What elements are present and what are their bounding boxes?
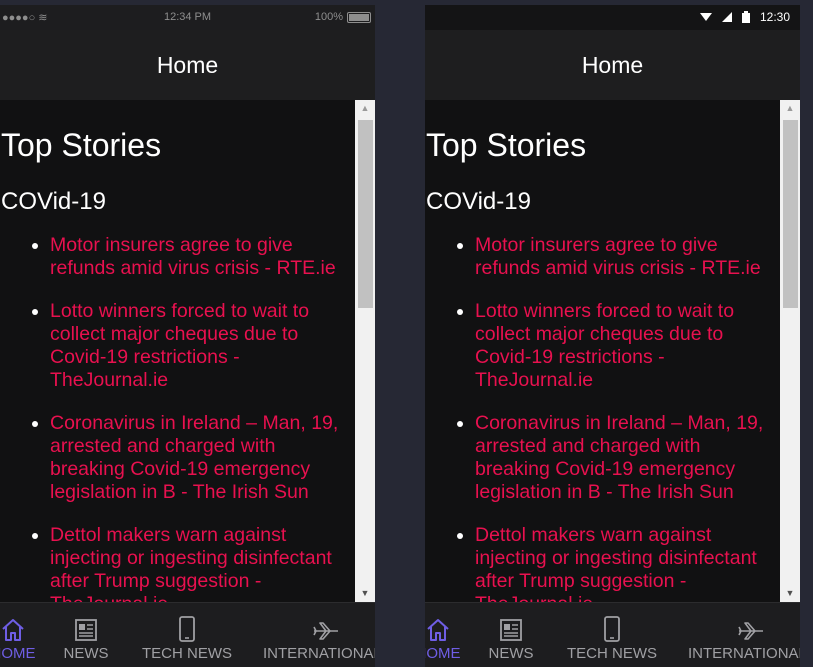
tab-news[interactable]: NEWS bbox=[483, 603, 539, 667]
home-icon bbox=[425, 615, 451, 643]
tab-label: HOME bbox=[425, 645, 461, 662]
content-area[interactable]: Top Stories COVid-19 Motor insurers agre… bbox=[0, 100, 355, 602]
tab-news[interactable]: NEWS bbox=[58, 603, 114, 667]
section-title: COVid-19 bbox=[1, 188, 106, 215]
story-link[interactable]: Coronavirus in Ireland – Man, 19, arrest… bbox=[50, 412, 352, 504]
battery-percent: 100% bbox=[314, 11, 343, 23]
status-time: 12:30 bbox=[759, 10, 790, 24]
newspaper-icon bbox=[73, 615, 99, 643]
story-link[interactable]: Coronavirus in Ireland – Man, 19, arrest… bbox=[475, 412, 777, 504]
page-title: Top Stories bbox=[426, 127, 587, 163]
scroll-up-arrow-icon[interactable]: ▲ bbox=[355, 100, 375, 117]
phone-icon bbox=[178, 615, 196, 643]
header: Home bbox=[0, 30, 375, 100]
tab-label: NEWS bbox=[63, 645, 109, 662]
scroll-down-arrow-icon[interactable]: ▼ bbox=[780, 585, 800, 602]
android-phone: 12:30 Home Top Stories COVid-19 Motor in… bbox=[425, 5, 800, 667]
phone-icon bbox=[603, 615, 621, 643]
section-title: COVid-19 bbox=[426, 188, 531, 215]
status-bar: 12:30 bbox=[425, 5, 800, 30]
tab-label: TECH NEWS bbox=[567, 645, 657, 662]
battery-icon bbox=[347, 11, 371, 23]
tab-bar: HOME NEWS TECH NEWS INTERNATIONAL bbox=[425, 602, 800, 667]
story-link[interactable]: Lotto winners forced to wait to collect … bbox=[50, 300, 352, 392]
story-link[interactable]: Lotto winners forced to wait to collect … bbox=[475, 300, 777, 392]
ios-phone: ●●●●○ ≋ 12:34 PM 100% Home Top Stories C… bbox=[0, 5, 375, 667]
cell-signal-icon bbox=[721, 12, 732, 22]
scroll-up-arrow-icon[interactable]: ▲ bbox=[780, 100, 800, 117]
tab-international[interactable]: INTERNATIONAL bbox=[688, 603, 800, 667]
airplane-icon bbox=[737, 615, 765, 643]
scroll-down-arrow-icon[interactable]: ▼ bbox=[355, 585, 375, 602]
tab-international[interactable]: INTERNATIONAL bbox=[263, 603, 375, 667]
tab-label: TECH NEWS bbox=[142, 645, 232, 662]
scrollbar[interactable]: ▲ ▼ bbox=[780, 100, 800, 602]
tab-bar: HOME NEWS TECH NEWS INTERNATIONAL bbox=[0, 602, 375, 667]
page-title: Top Stories bbox=[1, 127, 162, 163]
header-title: Home bbox=[156, 51, 219, 78]
battery-status: 100% bbox=[315, 11, 371, 23]
scroll-thumb[interactable] bbox=[358, 120, 373, 308]
tab-tech-news[interactable]: TECH NEWS bbox=[560, 603, 664, 667]
story-link[interactable]: Motor insurers agree to give refunds ami… bbox=[50, 234, 352, 280]
story-list: Motor insurers agree to give refunds ami… bbox=[0, 234, 352, 602]
tab-tech-news[interactable]: TECH NEWS bbox=[135, 603, 239, 667]
home-icon bbox=[0, 615, 26, 643]
battery-icon bbox=[741, 11, 750, 23]
status-bar: ●●●●○ ≋ 12:34 PM 100% bbox=[0, 5, 375, 30]
scroll-thumb[interactable] bbox=[783, 120, 798, 308]
story-list: Motor insurers agree to give refunds ami… bbox=[425, 234, 777, 602]
tab-label: NEWS bbox=[488, 645, 534, 662]
airplane-icon bbox=[312, 615, 340, 643]
tab-home[interactable]: HOME bbox=[425, 603, 468, 667]
scrollbar[interactable]: ▲ ▼ bbox=[355, 100, 375, 602]
tab-label: INTERNATIONAL bbox=[688, 645, 800, 662]
tab-label: INTERNATIONAL bbox=[263, 645, 375, 662]
header: Home bbox=[425, 30, 800, 100]
header-title: Home bbox=[581, 51, 644, 78]
tab-label: HOME bbox=[0, 645, 36, 662]
story-link[interactable]: Motor insurers agree to give refunds ami… bbox=[475, 234, 777, 280]
tab-home[interactable]: HOME bbox=[0, 603, 43, 667]
story-link[interactable]: Dettol makers warn against injecting or … bbox=[475, 524, 777, 602]
wifi-icon bbox=[699, 13, 712, 21]
story-link[interactable]: Dettol makers warn against injecting or … bbox=[50, 524, 352, 602]
content-area[interactable]: Top Stories COVid-19 Motor insurers agre… bbox=[425, 100, 780, 602]
newspaper-icon bbox=[498, 615, 524, 643]
